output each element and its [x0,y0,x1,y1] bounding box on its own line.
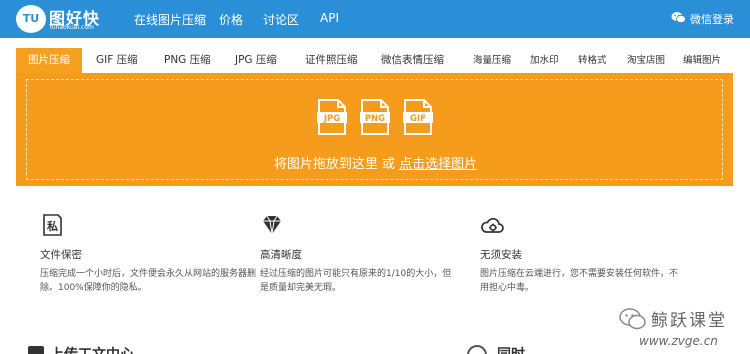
jpg-file-icon: JPG [317,99,347,135]
watermark-title: 鲸跃课堂 [651,311,727,331]
bottom-section-title: 上传工文中心 [50,344,134,354]
feature-title: 文件保密 [40,249,82,261]
diamond-icon [263,215,281,235]
tab-jpg-compress[interactable]: JPG 压缩 [235,48,277,73]
nav-online-compress[interactable]: 在线图片压缩 [134,11,206,28]
gif-file-icon: GIF [403,99,433,135]
feature-description: 图片压缩在云端进行，您不需要安装任何软件，不用担心中毒。 [480,269,679,293]
upload-dropzone[interactable]: JPG PNG GIF 将图片拖放到这里 或点击选择图片 [16,73,733,186]
logo-badge-icon: TU [16,5,46,33]
feature-description: 经过压缩的图片可能只有原来的1/10的大小，但是质量却完美无瑕。 [260,269,452,293]
watermark-logo: 鲸跃课堂 www.zvge.cn [617,306,742,354]
dropzone-dashed-border: JPG PNG GIF 将图片拖放到这里 或点击选择图片 [26,79,723,180]
tab-watermark[interactable]: 加水印 [530,48,559,73]
png-file-label: PNG [365,114,385,124]
tab-wechat-sticker-compress[interactable]: 微信表情压缩 [381,48,444,73]
top-navbar: TU 图好快 Tuhaokuai.com 在线图片压缩 价格 讨论区 API 微… [0,0,750,38]
choose-image-link[interactable]: 点击选择图片 [399,157,477,172]
tab-convert-format[interactable]: 转格式 [578,48,607,73]
cloud-gear-icon [481,217,504,233]
logo-badge-text: TU [22,12,40,25]
feature-description: 压缩完成一个小时后，文件便会永久从网站的服务器删除。100%保障你的隐私。 [40,269,257,293]
nav-api[interactable]: API [320,11,339,25]
compress-tabs: 图片压缩 GIF 压缩 PNG 压缩 JPG 压缩 证件照压缩 微信表情压缩 海… [16,48,733,73]
bottom-section-title-right: 同时 [497,344,525,354]
tab-taobao-image[interactable]: 淘宝店图 [627,48,665,73]
nav-pricing[interactable]: 价格 [219,11,243,28]
tab-image-compress[interactable]: 图片压缩 [16,48,82,73]
drop-hint-text: 将图片拖放到这里 或 [273,157,396,172]
logo-domain: Tuhaokuai.com [49,24,94,31]
nav-forum[interactable]: 讨论区 [263,11,299,28]
jpg-file-label: JPG [323,114,340,124]
feature-title: 高清晰度 [260,249,302,261]
gif-file-label: GIF [410,114,426,124]
tab-png-compress[interactable]: PNG 压缩 [164,48,211,73]
watermark-url: www.zvge.cn [639,334,718,348]
png-file-icon: PNG [360,99,390,135]
tab-bulk-compress[interactable]: 海量压缩 [473,48,511,73]
bottom-section-circle-icon [467,345,487,354]
feature-title: 无须安装 [480,249,522,261]
dropzone-instruction: 将图片拖放到这里 或点击选择图片 [27,153,724,172]
lock-privacy-icon: 私 [43,214,62,236]
wechat-login-button[interactable]: 微信登录 [690,11,734,27]
privacy-icon-char: 私 [47,219,58,233]
bottom-section-icon [28,346,44,354]
tab-gif-compress[interactable]: GIF 压缩 [96,48,138,73]
tab-edit-image[interactable]: 编辑图片 [683,48,721,73]
wechat-icon [671,12,686,24]
tab-id-photo-compress[interactable]: 证件照压缩 [305,48,358,73]
watermark-wechat-icon [619,308,646,330]
